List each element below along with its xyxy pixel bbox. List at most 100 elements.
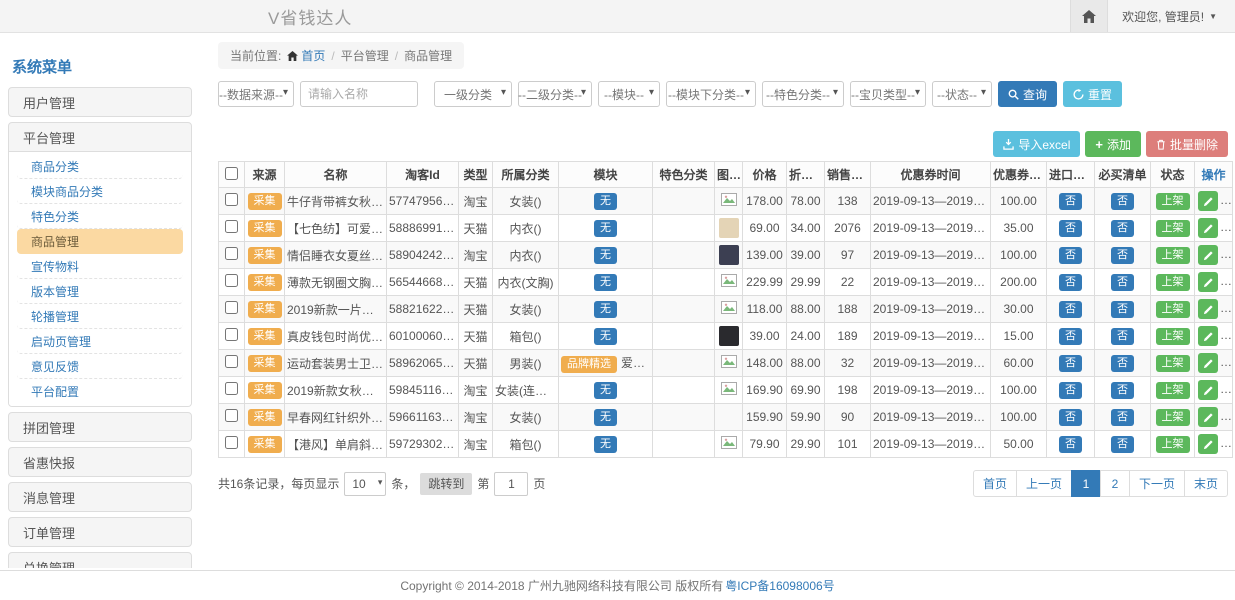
batch-delete-button[interactable]: 批量删除 — [1146, 131, 1228, 157]
imported-badge[interactable]: 否 — [1059, 355, 1082, 372]
row-checkbox[interactable] — [225, 247, 238, 260]
sidebar-subitem[interactable]: 轮播管理 — [17, 304, 183, 329]
imported-badge[interactable]: 否 — [1059, 247, 1082, 264]
must-buy-badge[interactable]: 否 — [1111, 436, 1134, 453]
row-checkbox[interactable] — [225, 409, 238, 422]
imported-badge[interactable]: 否 — [1059, 274, 1082, 291]
filter-select[interactable]: 一级分类 — [434, 81, 512, 107]
sidebar-menu-item[interactable]: 订单管理 — [9, 518, 191, 546]
filter-select[interactable]: --二级分类-- — [518, 81, 592, 107]
sidebar-subitem[interactable]: 版本管理 — [17, 279, 183, 304]
must-buy-badge[interactable]: 否 — [1111, 274, 1134, 291]
edit-button[interactable] — [1198, 245, 1218, 265]
sidebar-subitem[interactable]: 意见反馈 — [17, 354, 183, 379]
imported-badge[interactable]: 否 — [1059, 301, 1082, 318]
reset-button[interactable]: 重置 — [1063, 81, 1122, 107]
edit-button[interactable] — [1198, 326, 1218, 346]
add-button[interactable]: + 添加 — [1085, 131, 1141, 157]
filter-select[interactable]: --模块-- — [598, 81, 660, 107]
status-badge[interactable]: 上架 — [1156, 220, 1190, 237]
must-buy-badge[interactable]: 否 — [1111, 409, 1134, 426]
search-button[interactable]: 查询 — [998, 81, 1057, 107]
imported-badge[interactable]: 否 — [1059, 382, 1082, 399]
filter-select[interactable]: --状态-- — [932, 81, 992, 107]
edit-button[interactable] — [1198, 407, 1218, 427]
sidebar-menu-item[interactable]: 省惠快报 — [9, 448, 191, 476]
must-buy-badge[interactable]: 否 — [1111, 220, 1134, 237]
row-checkbox[interactable] — [225, 328, 238, 341]
sidebar-subitem[interactable]: 特色分类 — [17, 204, 183, 229]
sidebar-subitem[interactable]: 平台配置 — [17, 379, 183, 404]
page-size-select[interactable]: 10 — [344, 472, 386, 496]
row-checkbox[interactable] — [225, 193, 238, 206]
sidebar-subitem[interactable]: 商品分类 — [17, 154, 183, 179]
sidebar-menu-item[interactable]: 平台管理 — [9, 123, 191, 151]
page-number-button[interactable]: 2 — [1100, 470, 1130, 497]
filter-select[interactable]: --模块下分类-- — [666, 81, 756, 107]
must-buy-badge[interactable]: 否 — [1111, 301, 1134, 318]
imported-badge[interactable]: 否 — [1059, 328, 1082, 345]
select-all-checkbox[interactable] — [225, 167, 238, 180]
page-nav-button[interactable]: 末页 — [1184, 470, 1228, 497]
status-badge[interactable]: 上架 — [1156, 274, 1190, 291]
status-badge[interactable]: 上架 — [1156, 193, 1190, 210]
product-thumbnail — [719, 218, 739, 238]
sidebar-menu-item[interactable]: 消息管理 — [9, 483, 191, 511]
breadcrumb-home-link[interactable]: 首页 — [287, 47, 325, 64]
row-checkbox[interactable] — [225, 220, 238, 233]
page-nav-button[interactable]: 首页 — [973, 470, 1017, 497]
status-badge[interactable]: 上架 — [1156, 409, 1190, 426]
imported-badge[interactable]: 否 — [1059, 220, 1082, 237]
row-checkbox[interactable] — [225, 301, 238, 314]
sidebar-subitem-active[interactable]: 商品管理 — [17, 229, 183, 254]
filter-select[interactable]: --宝贝类型-- — [850, 81, 926, 107]
page-nav-button[interactable]: 下一页 — [1129, 470, 1185, 497]
page-nav-button[interactable]: 上一页 — [1016, 470, 1072, 497]
filter-select[interactable]: --特色分类-- — [762, 81, 844, 107]
must-buy-badge[interactable]: 否 — [1111, 328, 1134, 345]
search-icon — [1008, 89, 1019, 100]
imported-badge[interactable]: 否 — [1059, 436, 1082, 453]
user-menu[interactable]: 欢迎您, 管理员! ▼ — [1108, 8, 1235, 25]
jump-page-input[interactable] — [494, 472, 528, 496]
icp-link[interactable]: 粤ICP备16098006号 — [725, 577, 834, 594]
status-badge[interactable]: 上架 — [1156, 382, 1190, 399]
imported-badge[interactable]: 否 — [1059, 409, 1082, 426]
edit-button[interactable] — [1198, 299, 1218, 319]
status-badge[interactable]: 上架 — [1156, 328, 1190, 345]
edit-button[interactable] — [1198, 434, 1218, 454]
must-buy-badge[interactable]: 否 — [1111, 193, 1134, 210]
name-search-input[interactable] — [300, 81, 418, 107]
status-badge[interactable]: 上架 — [1156, 301, 1190, 318]
status-badge[interactable]: 上架 — [1156, 355, 1190, 372]
edit-button[interactable] — [1198, 380, 1218, 400]
row-checkbox[interactable] — [225, 355, 238, 368]
page-number-button[interactable]: 1 — [1071, 470, 1101, 497]
edit-button[interactable] — [1198, 191, 1218, 211]
edit-button[interactable] — [1198, 218, 1218, 238]
sidebar-panel: 省惠快报 — [8, 447, 192, 477]
must-buy-badge[interactable]: 否 — [1111, 247, 1134, 264]
must-buy-badge[interactable]: 否 — [1111, 355, 1134, 372]
sidebar-subitem[interactable]: 宣传物料 — [17, 254, 183, 279]
data-source-select[interactable]: --数据来源-- — [218, 81, 294, 107]
sidebar-menu-item[interactable]: 用户管理 — [9, 88, 191, 116]
sales-count: 90 — [825, 404, 871, 431]
sidebar-subitem[interactable]: 启动页管理 — [17, 329, 183, 354]
status-badge[interactable]: 上架 — [1156, 436, 1190, 453]
must-buy-badge[interactable]: 否 — [1111, 382, 1134, 399]
sidebar-subitem[interactable]: 模块商品分类 — [17, 179, 183, 204]
edit-button[interactable] — [1198, 353, 1218, 373]
feature-category — [653, 323, 715, 350]
status-badge[interactable]: 上架 — [1156, 247, 1190, 264]
imported-badge[interactable]: 否 — [1059, 193, 1082, 210]
import-excel-button[interactable]: 导入excel — [993, 131, 1080, 157]
sidebar-menu-item[interactable]: 兑换管理 — [9, 553, 191, 568]
edit-button[interactable] — [1198, 272, 1218, 292]
row-checkbox[interactable] — [225, 382, 238, 395]
row-checkbox[interactable] — [225, 436, 238, 449]
jump-button[interactable]: 跳转到 — [420, 473, 472, 495]
home-button[interactable] — [1070, 0, 1108, 32]
row-checkbox[interactable] — [225, 274, 238, 287]
sidebar-menu-item[interactable]: 拼团管理 — [9, 413, 191, 441]
